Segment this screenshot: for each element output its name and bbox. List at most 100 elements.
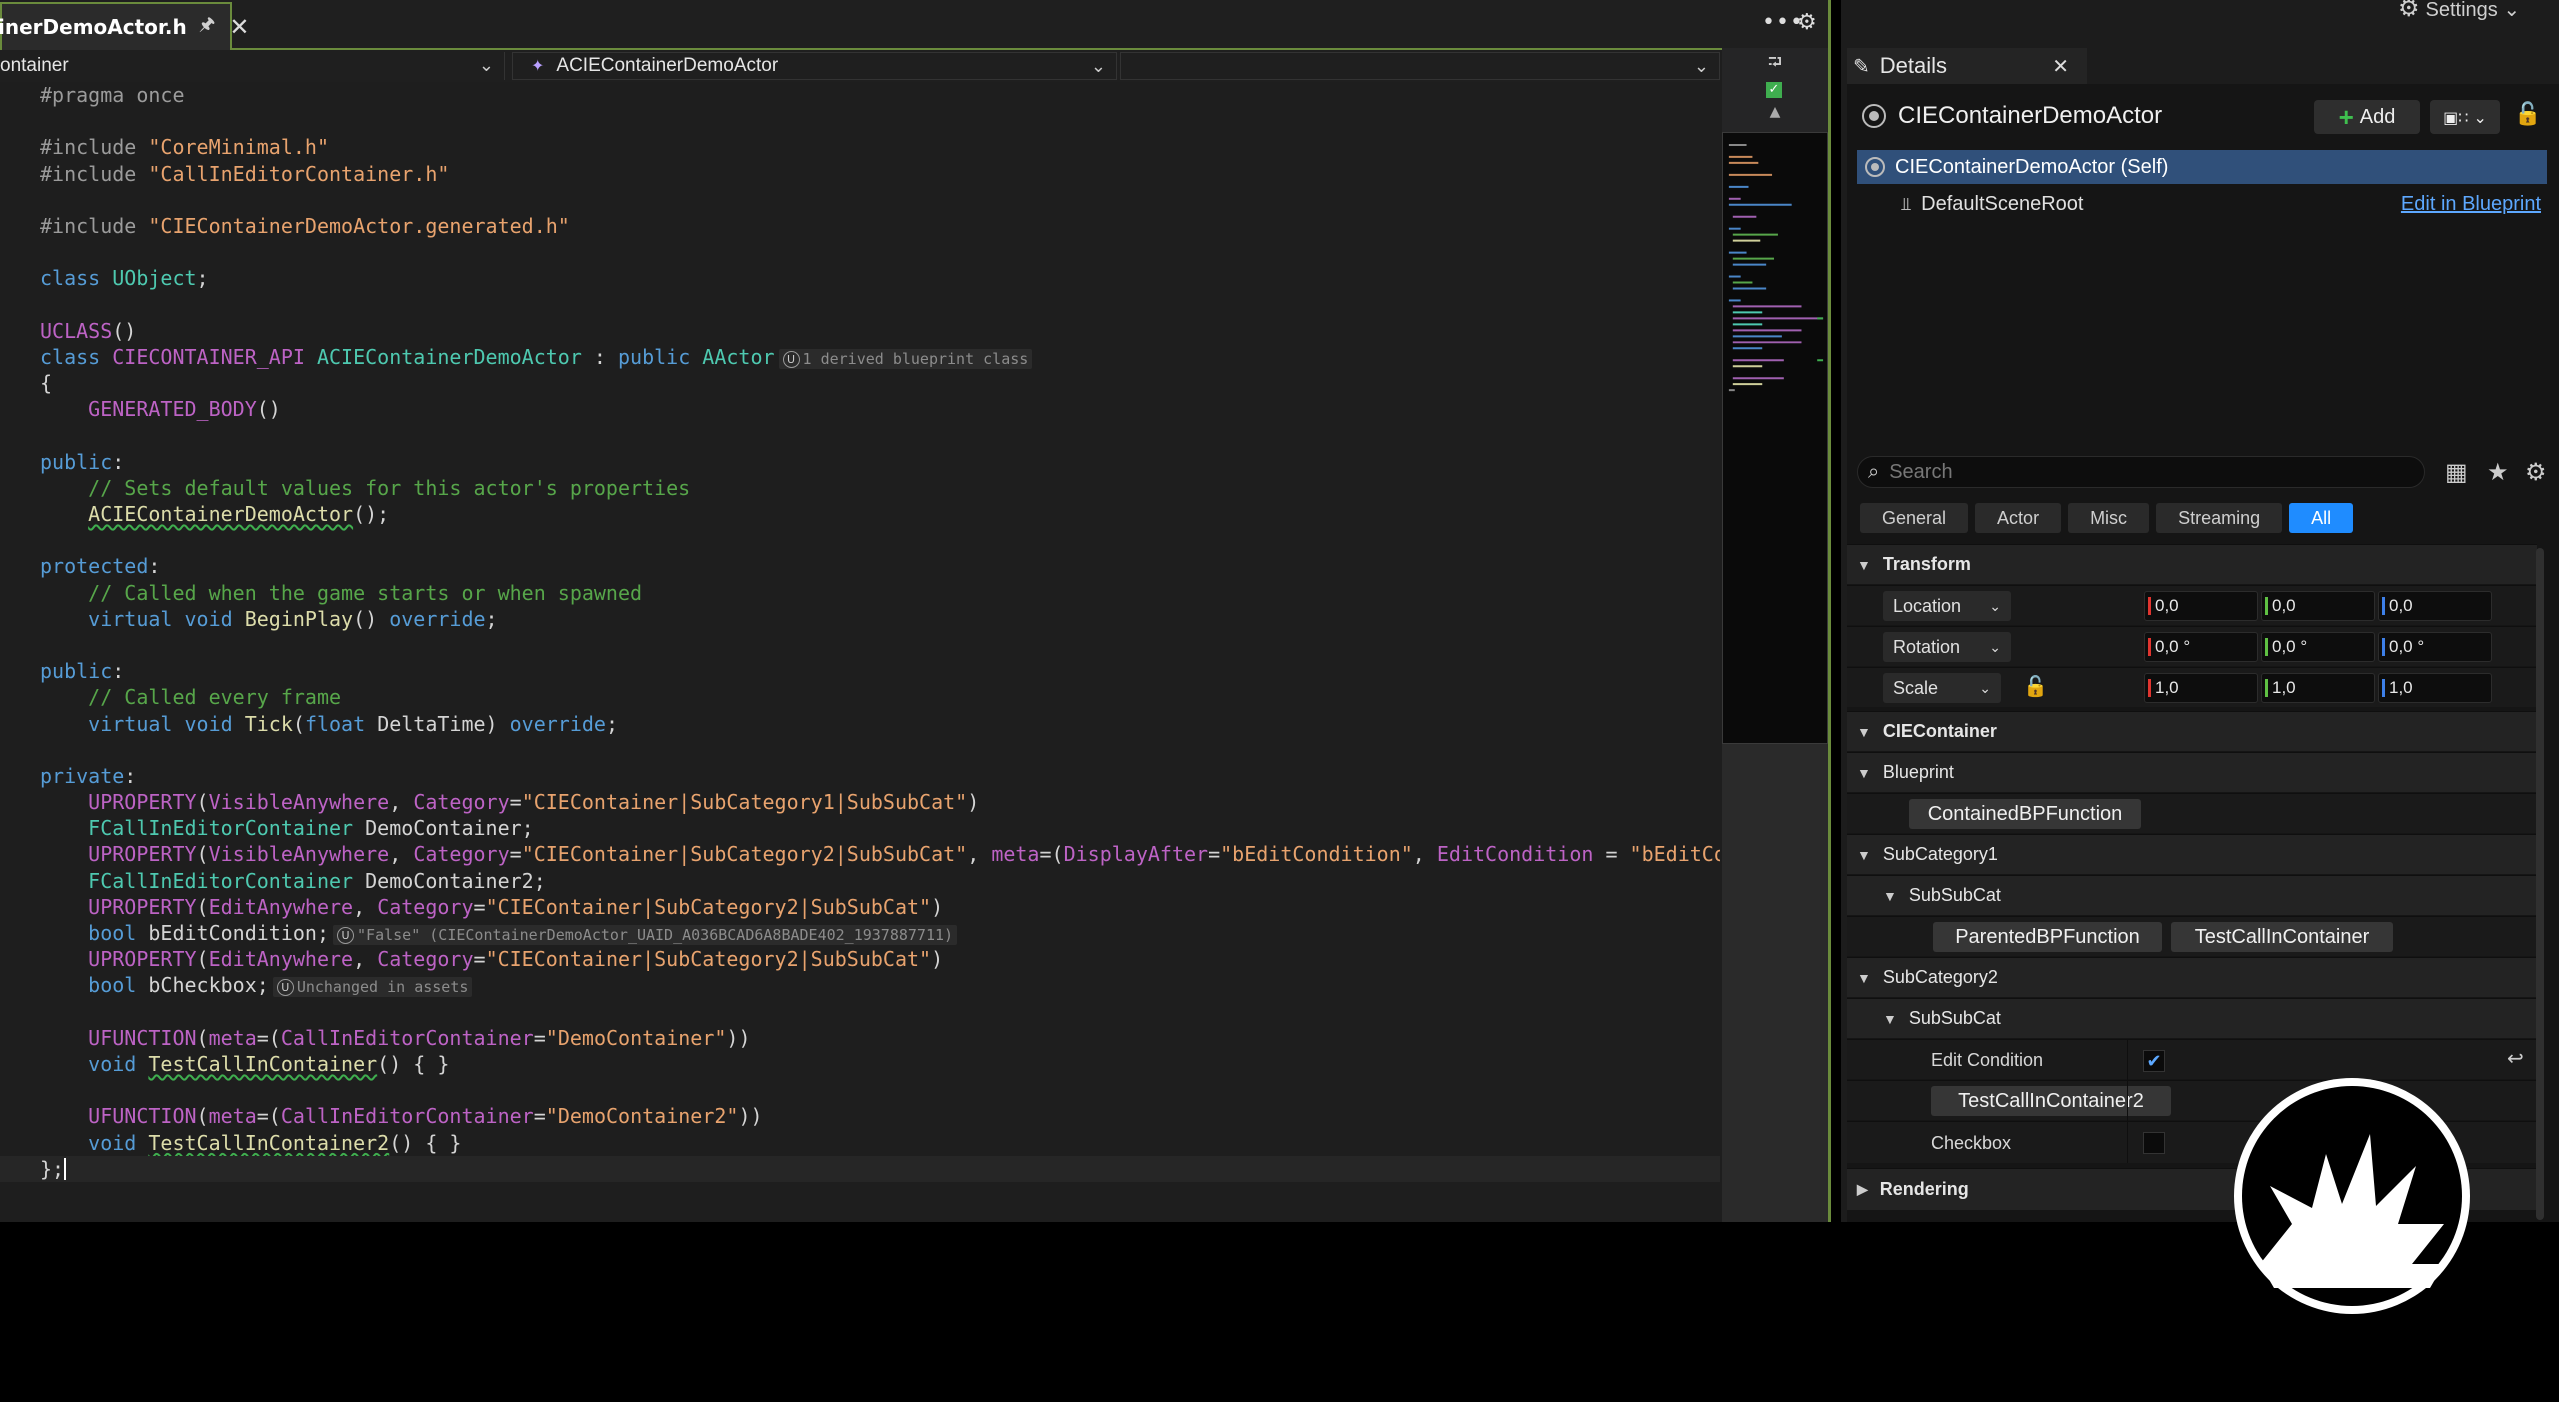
code-line[interactable]: UPROPERTY(VisibleAnywhere, Category="CIE… [0, 789, 1720, 815]
code-line[interactable]: #include "CIEContainerDemoActor.generate… [0, 213, 1720, 239]
code-line[interactable]: UPROPERTY(VisibleAnywhere, Category="CIE… [0, 841, 1720, 867]
details-tab[interactable]: ✎ Details ✕ [1847, 48, 2087, 84]
code-line[interactable]: ACIEContainerDemoActor(); [0, 501, 1720, 527]
code-line[interactable]: #include "CallInEditorContainer.h" [0, 161, 1720, 187]
filter-all[interactable]: All [2289, 503, 2354, 533]
parented-bp-function-button[interactable]: ParentedBPFunction [1933, 922, 2162, 952]
code-line[interactable]: class CIECONTAINER_API ACIEContainerDemo… [0, 344, 1720, 370]
code-line[interactable]: UCLASS() [0, 318, 1720, 344]
gear-icon[interactable]: ⚙ [2525, 458, 2547, 486]
category-subsubcat-1[interactable]: ▼ SubSubCat [1847, 875, 2537, 915]
search-input[interactable]: ⌕ Search [1857, 456, 2425, 488]
filter-general[interactable]: General [1860, 503, 1969, 533]
add-component-button[interactable]: + Add [2314, 100, 2420, 134]
file-tab[interactable]: inerDemoActor.h 🖈 ✕ [0, 2, 250, 50]
category-subsubcat-2[interactable]: ▼ SubSubCat [1847, 998, 2537, 1038]
no-issues-icon[interactable]: ✓ [1766, 82, 1782, 98]
details-scrollbar[interactable] [2536, 548, 2544, 1220]
code-line[interactable]: #pragma once [0, 82, 1720, 108]
code-line[interactable]: UPROPERTY(EditAnywhere, Category="CIECon… [0, 894, 1720, 920]
filter-streaming[interactable]: Streaming [2156, 503, 2283, 533]
inline-hint[interactable]: U Unchanged in assets [272, 977, 473, 998]
code-text-area[interactable]: #pragma once #include "CoreMinimal.h" #inc… [0, 82, 1720, 1222]
lock-ratio-icon[interactable]: 🔓 [2023, 674, 2048, 699]
code-line[interactable] [0, 292, 1720, 318]
close-icon[interactable]: ✕ [2052, 54, 2069, 79]
code-line[interactable]: public: [0, 449, 1720, 475]
member-dropdown[interactable]: ⌄ [1120, 52, 1720, 80]
code-line[interactable]: UFUNCTION(meta=(CallInEditorContainer="D… [0, 1103, 1720, 1129]
code-line[interactable]: }; [0, 1155, 1720, 1182]
code-line[interactable] [0, 632, 1720, 658]
code-line[interactable] [0, 527, 1720, 553]
scale-z-field[interactable]: 1,0 [2378, 673, 2492, 703]
code-line[interactable] [0, 422, 1720, 448]
code-line[interactable]: void TestCallInContainer2() { } [0, 1130, 1720, 1156]
location-dropdown[interactable]: Location ⌄ [1883, 591, 2011, 621]
inline-hint[interactable]: U1 derived blueprint class [778, 348, 1033, 369]
category-subcategory1[interactable]: ▼ SubCategory1 [1847, 834, 2537, 874]
test-call-in-container-button[interactable]: TestCallInContainer [2171, 922, 2393, 952]
component-tree-self[interactable]: CIEContainerDemoActor (Self) [1857, 150, 2547, 184]
code-line[interactable] [0, 1077, 1720, 1103]
edit-in-blueprint-link[interactable]: Edit in Blueprint [2401, 193, 2541, 216]
code-line[interactable]: public: [0, 658, 1720, 684]
close-icon[interactable]: ✕ [229, 13, 249, 41]
blueprint-options-button[interactable]: ▣∷ ⌄ [2430, 100, 2500, 134]
code-line[interactable]: virtual void Tick(float DeltaTime) overr… [0, 711, 1720, 737]
code-line[interactable]: // Sets default values for this actor's … [0, 475, 1720, 501]
edit-condition-checkbox[interactable]: ✔ [2143, 1050, 2165, 1072]
checkbox-field[interactable] [2143, 1132, 2165, 1154]
settings-button[interactable]: ⚙ Settings ⌄ [2398, 0, 2520, 23]
code-line[interactable]: UPROPERTY(EditAnywhere, Category="CIECon… [0, 946, 1720, 972]
code-line[interactable]: virtual void BeginPlay() override; [0, 606, 1720, 632]
column-splitter[interactable] [2127, 1039, 2128, 1163]
code-line[interactable]: UFUNCTION(meta=(CallInEditorContainer="D… [0, 1025, 1720, 1051]
code-line[interactable]: private: [0, 763, 1720, 789]
filter-misc[interactable]: Misc [2068, 503, 2150, 533]
table-view-icon[interactable]: ▦ [2445, 458, 2468, 486]
code-line[interactable]: FCallInEditorContainer DemoContainer2; [0, 868, 1720, 894]
rotation-z-field[interactable]: 0,0 ° [2378, 632, 2492, 662]
code-line[interactable] [0, 239, 1720, 265]
code-line[interactable]: void TestCallInContainer() { } [0, 1051, 1720, 1077]
rotation-dropdown[interactable]: Rotation ⌄ [1883, 632, 2011, 662]
star-icon[interactable]: ★ [2487, 458, 2509, 486]
code-line[interactable] [0, 187, 1720, 213]
code-line[interactable]: GENERATED_BODY() [0, 396, 1720, 422]
scale-x-field[interactable]: 1,0 [2144, 673, 2258, 703]
code-line[interactable]: { [0, 370, 1720, 396]
location-y-field[interactable]: 0,0 [2261, 591, 2375, 621]
category-transform[interactable]: ▼ Transform [1847, 544, 2537, 584]
code-line[interactable]: bool bCheckbox; U Unchanged in assets [0, 972, 1720, 998]
gear-icon[interactable]: ⚙ [1797, 10, 1817, 35]
lock-icon[interactable]: 🔓 [2512, 102, 2544, 132]
category-ciecontainer[interactable]: ▼ CIEContainer [1847, 711, 2537, 751]
rotation-x-field[interactable]: 0,0 ° [2144, 632, 2258, 662]
code-line[interactable]: protected: [0, 553, 1720, 579]
category-subcategory2[interactable]: ▼ SubCategory2 [1847, 957, 2537, 997]
scale-dropdown[interactable]: Scale ⌄ [1883, 673, 2001, 703]
code-line[interactable] [0, 737, 1720, 763]
class-dropdown[interactable]: ✦ ACIEContainerDemoActor ⌄ [512, 52, 1117, 80]
code-line[interactable]: bool bEditCondition; U "False" (CIEContain… [0, 920, 1720, 946]
filter-actor[interactable]: Actor [1975, 503, 2062, 533]
code-line[interactable]: // Called when the game starts or when s… [0, 580, 1720, 606]
minimap[interactable] [1722, 132, 1828, 744]
component-tree-root[interactable]: ⫫ DefaultSceneRoot Edit in Blueprint [1857, 188, 2547, 220]
category-blueprint[interactable]: ▼ Blueprint [1847, 752, 2537, 792]
inline-hint[interactable]: U "False" (CIEContainerDemoActor_UAID_A03… [333, 925, 958, 945]
split-view-icon[interactable]: ⮒ [1764, 50, 1786, 73]
code-line[interactable]: // Called every frame [0, 684, 1720, 710]
pin-icon[interactable]: 🖈 [199, 12, 216, 42]
test-call-in-container2-button[interactable]: TestCallInContainer2 [1931, 1086, 2171, 1116]
location-z-field[interactable]: 0,0 [2378, 591, 2492, 621]
code-line[interactable]: class UObject; [0, 265, 1720, 291]
code-line[interactable] [0, 999, 1720, 1025]
scope-dropdown[interactable]: ontainer ⌄ [0, 52, 505, 80]
reset-to-default-icon[interactable]: ↩ [2507, 1046, 2524, 1071]
location-x-field[interactable]: 0,0 [2144, 591, 2258, 621]
scale-y-field[interactable]: 1,0 [2261, 673, 2375, 703]
contained-bp-function-button[interactable]: ContainedBPFunction [1909, 799, 2141, 829]
scroll-up-icon[interactable]: ▲ [1764, 104, 1786, 120]
